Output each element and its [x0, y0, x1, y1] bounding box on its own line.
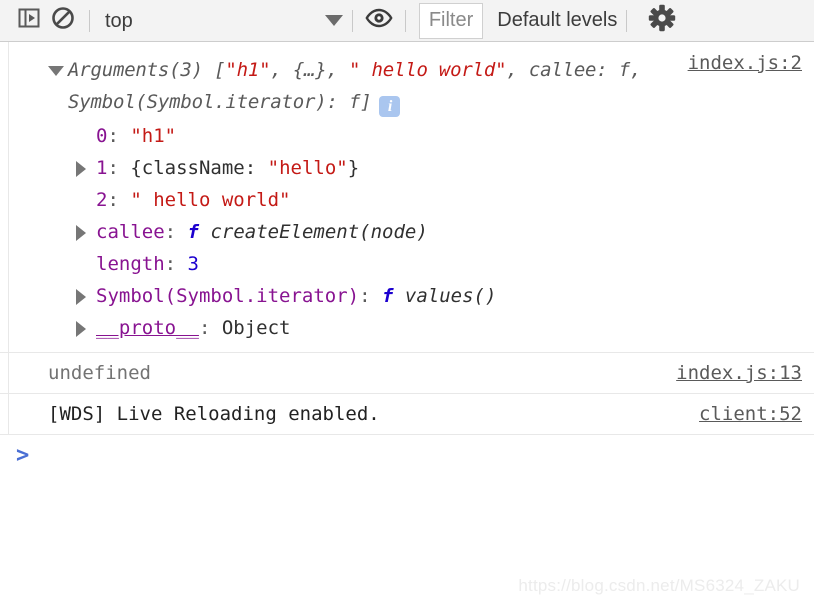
function-glyph-icon: f	[187, 221, 199, 243]
source-link[interactable]: client:52	[699, 394, 802, 434]
property-value	[199, 221, 210, 243]
info-badge-icon[interactable]: i	[379, 96, 401, 117]
console-input[interactable]	[29, 435, 814, 477]
expand-triangle-closed-icon[interactable]	[76, 289, 86, 305]
property-colon: :	[164, 221, 188, 243]
headline-string-2: " hello world"	[349, 59, 507, 81]
property-key: Symbol(Symbol.iterator)	[96, 285, 360, 307]
object-headline: Arguments(3) ["h1", {…}, " hello world",…	[0, 54, 814, 118]
console-sidebar-toggle-button[interactable]	[12, 4, 46, 38]
filter-input[interactable]: Filter	[418, 2, 484, 39]
object-property-row[interactable]: length: 3	[0, 248, 814, 280]
clear-console-button[interactable]	[46, 4, 80, 38]
source-link[interactable]: index.js:13	[676, 353, 802, 393]
toolbar-divider-2	[351, 9, 353, 32]
property-value: "hello"	[267, 157, 348, 179]
property-key: 2	[96, 189, 108, 211]
expand-triangle-closed-icon[interactable]	[76, 321, 86, 337]
property-key: length	[96, 253, 165, 275]
property-key: __proto__	[96, 317, 199, 339]
property-colon: :	[107, 157, 131, 179]
watermark: https://blog.csdn.net/MS6324_ZAKU	[518, 576, 800, 595]
property-colon: :	[359, 285, 382, 307]
object-property-list: 0: "h1" 1: {className: "hello"} 2: " hel…	[0, 120, 814, 344]
console-messages: index.js:2 Arguments(3) ["h1", {…}, " he…	[0, 42, 814, 477]
console-message-object[interactable]: index.js:2 Arguments(3) ["h1", {…}, " he…	[0, 42, 814, 353]
property-value-text: values()	[404, 285, 497, 307]
message-body: undefined index.js:13	[0, 353, 814, 393]
console-toolbar: top Filter Default levels	[0, 0, 814, 42]
toolbar-divider-3	[404, 9, 406, 32]
chevron-down-icon	[324, 15, 343, 26]
property-key: 1	[96, 157, 108, 179]
expand-triangle-closed-icon[interactable]	[76, 225, 86, 241]
object-property-row[interactable]: callee: f createElement(node)	[0, 216, 814, 248]
object-property-row[interactable]: 1: {className: "hello"}	[0, 152, 814, 184]
property-key: callee	[96, 221, 165, 243]
headline-symbol-tail: Symbol(Symbol.iterator): f]	[68, 91, 372, 113]
headline-prefix: Arguments(3) [	[68, 59, 226, 81]
property-colon: :	[164, 253, 188, 275]
headline-sep-1: ,	[326, 59, 350, 81]
property-value-text: createElement(node)	[210, 221, 428, 243]
toolbar-divider-1	[89, 9, 90, 32]
expand-triangle-closed-icon[interactable]	[76, 161, 86, 177]
toolbar-divider-4	[626, 9, 628, 32]
message-text: undefined	[48, 362, 151, 384]
message-text: [WDS] Live Reloading enabled.	[48, 403, 380, 425]
headline-callee-key: callee:	[528, 59, 608, 81]
console-message-undefined[interactable]: undefined index.js:13	[0, 353, 814, 394]
object-property-row[interactable]: 0: "h1"	[0, 120, 814, 152]
property-colon: :	[198, 317, 222, 339]
log-level-dropdown[interactable]: Default levels	[497, 9, 617, 32]
filter-placeholder: Filter	[428, 9, 474, 31]
headline-sep-2: ,	[506, 59, 529, 81]
headline-string-0: "h1"	[225, 59, 271, 81]
message-body: [WDS] Live Reloading enabled. client:52	[0, 394, 814, 434]
property-value: Object	[221, 317, 291, 339]
prompt-chevron-icon: >	[16, 443, 30, 468]
property-key: 0	[96, 125, 108, 147]
console-message-log[interactable]: [WDS] Live Reloading enabled. client:52	[0, 394, 814, 435]
live-expression-button[interactable]	[362, 4, 396, 38]
headline-sep-0: ,	[270, 59, 293, 81]
property-colon: :	[107, 189, 131, 211]
clear-console-icon	[50, 5, 76, 36]
headline-callee-value: f,	[607, 59, 642, 81]
object-property-row[interactable]: 2: " hello world"	[0, 184, 814, 216]
console-prompt[interactable]: >	[0, 435, 814, 477]
live-expression-eye-icon	[365, 7, 393, 34]
console-settings-button[interactable]	[642, 4, 682, 37]
property-value-prefix: {className:	[130, 157, 268, 179]
object-property-row[interactable]: __proto__: Object	[0, 312, 814, 344]
execution-context-label: top	[105, 9, 133, 32]
property-colon: :	[107, 125, 131, 147]
object-property-row[interactable]: Symbol(Symbol.iterator): f values()	[0, 280, 814, 312]
property-value: "h1"	[130, 125, 177, 147]
property-value: " hello world"	[130, 189, 291, 211]
property-value-suffix: }	[347, 157, 360, 179]
settings-gear-icon	[648, 4, 676, 37]
property-value: 3	[187, 253, 199, 275]
headline-object-1: {…}	[292, 59, 327, 81]
execution-context-selector[interactable]: top	[99, 7, 343, 35]
console-sidebar-icon	[17, 6, 41, 35]
function-glyph-icon: f	[382, 285, 394, 307]
